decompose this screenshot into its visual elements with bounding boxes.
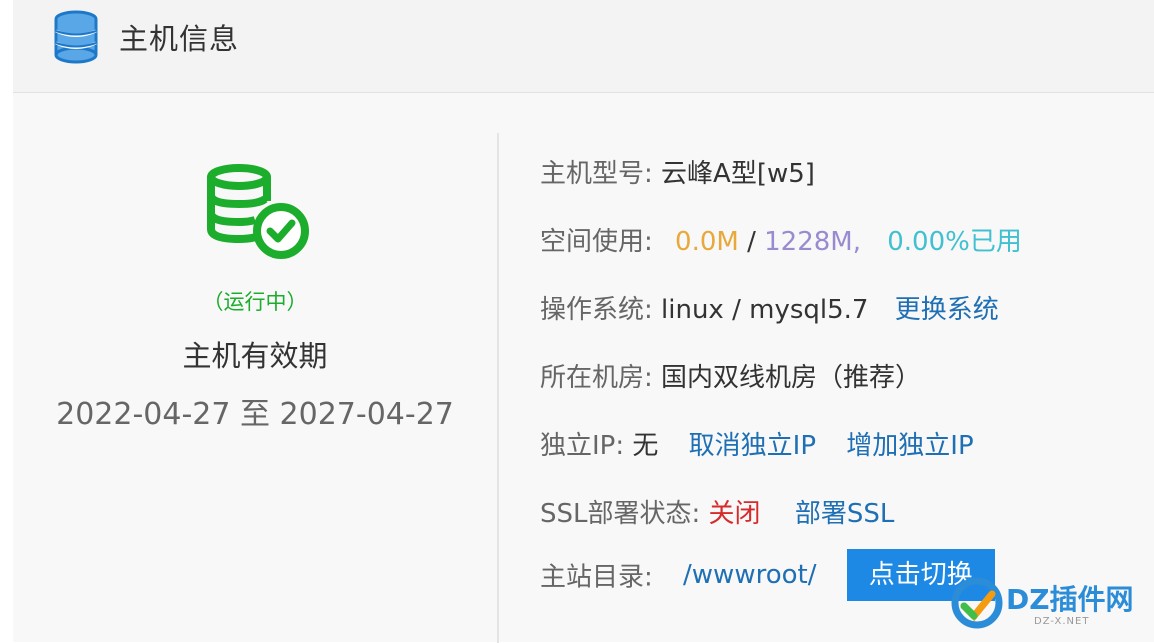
validity-range: 2022-04-27 至 2027-04-27: [56, 397, 454, 432]
cancel-ip-link[interactable]: 取消独立IP: [689, 431, 816, 461]
os-row: 操作系统: linux / mysql5.7 更换系统: [540, 289, 999, 326]
space-label: 空间使用:: [540, 227, 653, 257]
ssl-row: SSL部署状态: 关闭 部署SSL: [540, 493, 894, 530]
dir-row: 主站目录: /wwwroot/ 点击切换: [540, 549, 995, 601]
model-label: 主机型号:: [540, 159, 653, 189]
watermark-subtext: DZ-X.NET: [1034, 616, 1090, 627]
vertical-divider: [497, 133, 499, 643]
deploy-ssl-link[interactable]: 部署SSL: [795, 499, 895, 529]
space-total: 1228M,: [764, 227, 861, 257]
os-value: linux / mysql5.7: [661, 295, 869, 325]
add-ip-link[interactable]: 增加独立IP: [846, 431, 973, 461]
model-value: 云峰A型[w5]: [661, 159, 815, 189]
change-os-link[interactable]: 更换系统: [895, 295, 999, 325]
watermark-text: DZ插件网: [1006, 583, 1134, 616]
room-row: 所在机房: 国内双线机房（推荐）: [540, 357, 921, 394]
space-row: 空间使用: 0.0M / 1228M, 0.00%已用: [540, 221, 1022, 258]
watermark-logo-icon: [951, 577, 1003, 629]
space-sep: /: [738, 227, 765, 257]
database-icon: [54, 10, 98, 64]
watermark: DZ插件网 DZ-X.NET: [950, 570, 1150, 636]
room-label: 所在机房:: [540, 363, 653, 393]
page-title: 主机信息: [119, 22, 240, 56]
host-info-panel: （运行中） 主机有效期 2022-04-27 至 2027-04-27 主机型号…: [13, 93, 1154, 643]
header-bar: 主机信息: [13, 0, 1154, 93]
database-check-icon: [207, 164, 309, 259]
validity-label: 主机有效期: [182, 339, 328, 373]
space-percent: 0.00%已用: [887, 227, 1022, 257]
dir-value: /wwwroot/: [683, 560, 817, 590]
ip-value: 无: [632, 431, 659, 461]
ssl-status: 关闭: [708, 499, 761, 529]
space-used: 0.0M: [675, 227, 739, 257]
ip-label: 独立IP:: [540, 431, 625, 461]
dir-label: 主站目录:: [540, 562, 653, 593]
os-label: 操作系统:: [540, 295, 653, 325]
ip-row: 独立IP: 无 取消独立IP 增加独立IP: [540, 425, 974, 462]
model-row: 主机型号: 云峰A型[w5]: [540, 153, 815, 190]
ssl-label: SSL部署状态:: [540, 499, 701, 529]
room-value: 国内双线机房（推荐）: [661, 363, 922, 393]
running-status: （运行中）: [202, 290, 308, 314]
